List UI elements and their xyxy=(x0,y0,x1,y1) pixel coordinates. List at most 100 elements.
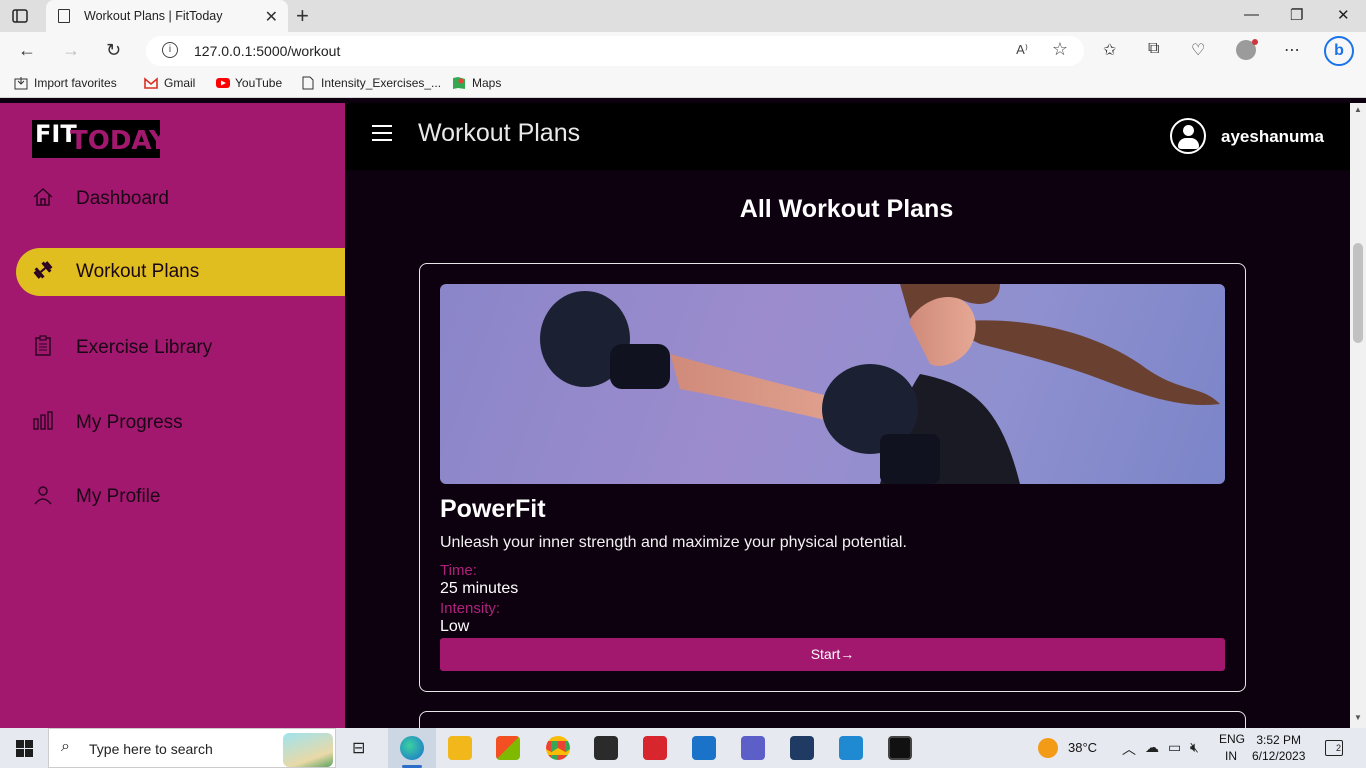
onedrive-icon[interactable]: ☁ xyxy=(1145,739,1159,756)
mail-icon[interactable] xyxy=(594,736,618,760)
intensity-value: Low xyxy=(440,618,470,635)
sidebar-item-label: Dashboard xyxy=(76,188,169,209)
tab-title: Workout Plans | FitToday xyxy=(84,9,223,23)
scroll-down-icon[interactable]: ▼ xyxy=(1354,713,1362,722)
page-icon xyxy=(301,76,315,90)
chrome-icon[interactable] xyxy=(546,736,570,760)
favorites-icon[interactable]: ✩ xyxy=(1103,40,1116,60)
weather-sun-icon[interactable] xyxy=(1038,738,1058,758)
search-icon: ⌕ xyxy=(61,738,70,755)
sidebar-item-my-progress[interactable]: My Progress xyxy=(16,399,345,447)
restore-icon[interactable]: ❐ xyxy=(1290,6,1303,24)
language-code[interactable]: ENG xyxy=(1219,732,1245,746)
notification-center-icon[interactable]: 2 xyxy=(1325,740,1343,756)
fittoday-logo[interactable]: FIT TODAY xyxy=(32,120,168,158)
plan-title: PowerFit xyxy=(440,495,546,523)
sidebar: FIT TODAY Dashboard Workout Plans Exerci… xyxy=(0,103,345,728)
intensity-label: Intensity: xyxy=(440,600,501,617)
file-explorer-icon[interactable] xyxy=(448,736,472,760)
start-workout-button[interactable]: Start→ xyxy=(440,638,1225,671)
volume-muted-icon[interactable]: 🔇︎ xyxy=(1190,739,1199,756)
bing-chat-icon[interactable]: b xyxy=(1324,36,1354,66)
photos-icon[interactable] xyxy=(888,736,912,760)
search-placeholder: Type here to search xyxy=(89,741,213,757)
plan-description: Unleash your inner strength and maximize… xyxy=(440,534,907,551)
mysql-workbench-icon[interactable] xyxy=(790,736,814,760)
windows-taskbar: ⌕ Type here to search ⊟ 38°C ︿ ☁ ▭ 🔇︎ EN… xyxy=(0,728,1366,768)
wps-office-icon[interactable] xyxy=(643,736,667,760)
maps-icon xyxy=(452,76,466,90)
top-header: Workout Plans ayeshanuma xyxy=(345,103,1350,170)
sidebar-item-exercise-library[interactable]: Exercise Library xyxy=(16,324,345,372)
performance-icon[interactable]: ♡ xyxy=(1191,40,1205,60)
more-menu-icon[interactable]: ⋯ xyxy=(1284,40,1300,60)
user-avatar-icon[interactable] xyxy=(1170,118,1206,154)
close-tab-icon[interactable]: ✕ xyxy=(265,7,278,27)
page-scrollbar[interactable]: ▲ ▼ xyxy=(1350,103,1366,728)
favorite-maps[interactable]: Maps xyxy=(452,76,501,90)
sidebar-item-label: My Progress xyxy=(76,412,183,433)
clock-date: 6/12/2023 xyxy=(1252,749,1306,763)
sidebar-item-dashboard[interactable]: Dashboard xyxy=(16,175,345,223)
collections-icon[interactable]: ⧉ xyxy=(1148,40,1159,58)
back-icon[interactable]: ← xyxy=(18,40,36,61)
new-tab-button[interactable]: + xyxy=(296,3,309,29)
network-icon[interactable]: ▭ xyxy=(1168,739,1181,756)
close-window-icon[interactable]: ✕ xyxy=(1337,6,1350,24)
favorite-label: YouTube xyxy=(235,76,283,90)
time-value: 25 minutes xyxy=(440,580,519,597)
forward-icon[interactable]: → xyxy=(62,40,80,61)
sidebar-item-workout-plans[interactable]: Workout Plans xyxy=(16,248,345,296)
minimize-icon[interactable]: — xyxy=(1244,6,1259,23)
page-favicon-icon xyxy=(58,9,70,23)
sidebar-item-label: My Profile xyxy=(76,486,161,507)
taskbar-search[interactable]: ⌕ Type here to search xyxy=(48,728,336,768)
scroll-up-icon[interactable]: ▲ xyxy=(1354,105,1362,114)
user-icon xyxy=(16,485,76,510)
clock[interactable]: 3:52 PM 6/12/2023 xyxy=(1252,732,1305,764)
section-title: All Workout Plans xyxy=(739,195,954,223)
task-view-icon[interactable]: ⊟ xyxy=(352,738,365,758)
workout-card-next xyxy=(419,711,1246,728)
logo-today-text: TODAY xyxy=(70,126,168,156)
browser-tab-active[interactable]: Workout Plans | FitToday ✕ xyxy=(46,0,288,32)
hamburger-menu-icon[interactable] xyxy=(372,125,392,141)
username[interactable]: ayeshanuma xyxy=(1221,127,1324,147)
scrollbar-thumb[interactable] xyxy=(1353,243,1363,343)
teams-icon[interactable] xyxy=(741,736,765,760)
favorite-import[interactable]: Import favorites xyxy=(14,76,117,90)
dumbbell-icon xyxy=(16,260,76,285)
favorite-label: Import favorites xyxy=(34,76,117,90)
web-page: FIT TODAY Dashboard Workout Plans Exerci… xyxy=(0,103,1350,728)
page-title: Workout Plans xyxy=(418,119,581,147)
tab-actions-icon[interactable] xyxy=(12,8,28,24)
read-aloud-icon[interactable]: A⁾ xyxy=(1016,42,1028,58)
refresh-icon[interactable]: ↻ xyxy=(106,40,121,61)
browser-tab-strip: Workout Plans | FitToday ✕ + — ❐ ✕ xyxy=(0,0,1366,32)
address-bar[interactable]: i 127.0.0.1:5000/workout A⁾ ☆ xyxy=(146,36,1084,66)
bar-chart-icon xyxy=(16,410,76,436)
home-icon xyxy=(16,187,76,212)
main-content: Workout Plans ayeshanuma All Workout Pla… xyxy=(345,103,1350,728)
sidebar-item-my-profile[interactable]: My Profile xyxy=(16,473,345,521)
favorite-label: Maps xyxy=(472,76,502,90)
temperature[interactable]: 38°C xyxy=(1068,740,1097,755)
language-region[interactable]: IN xyxy=(1225,749,1237,763)
favorite-intensity[interactable]: Intensity_Exercises_... xyxy=(301,76,441,90)
sidebar-item-label: Exercise Library xyxy=(76,337,213,358)
show-hidden-icons-icon[interactable]: ︿ xyxy=(1122,739,1136,759)
url-text[interactable]: 127.0.0.1:5000/workout xyxy=(194,43,340,59)
favorite-youtube[interactable]: YouTube xyxy=(215,76,282,90)
workout-card: PowerFit Unleash your inner strength and… xyxy=(419,263,1246,692)
store-icon[interactable] xyxy=(496,736,520,760)
windows-start-icon[interactable] xyxy=(16,740,33,757)
site-info-icon[interactable]: i xyxy=(162,42,178,58)
sidebar-item-label: Workout Plans xyxy=(76,261,200,282)
import-icon xyxy=(14,76,28,90)
favorite-star-icon[interactable]: ☆ xyxy=(1052,39,1068,60)
favorite-label: Intensity_Exercises_... xyxy=(321,76,442,90)
vscode-icon[interactable] xyxy=(839,736,863,760)
edge-icon[interactable] xyxy=(400,736,424,760)
outlook-icon[interactable] xyxy=(692,736,716,760)
favorite-gmail[interactable]: Gmail xyxy=(144,76,195,90)
